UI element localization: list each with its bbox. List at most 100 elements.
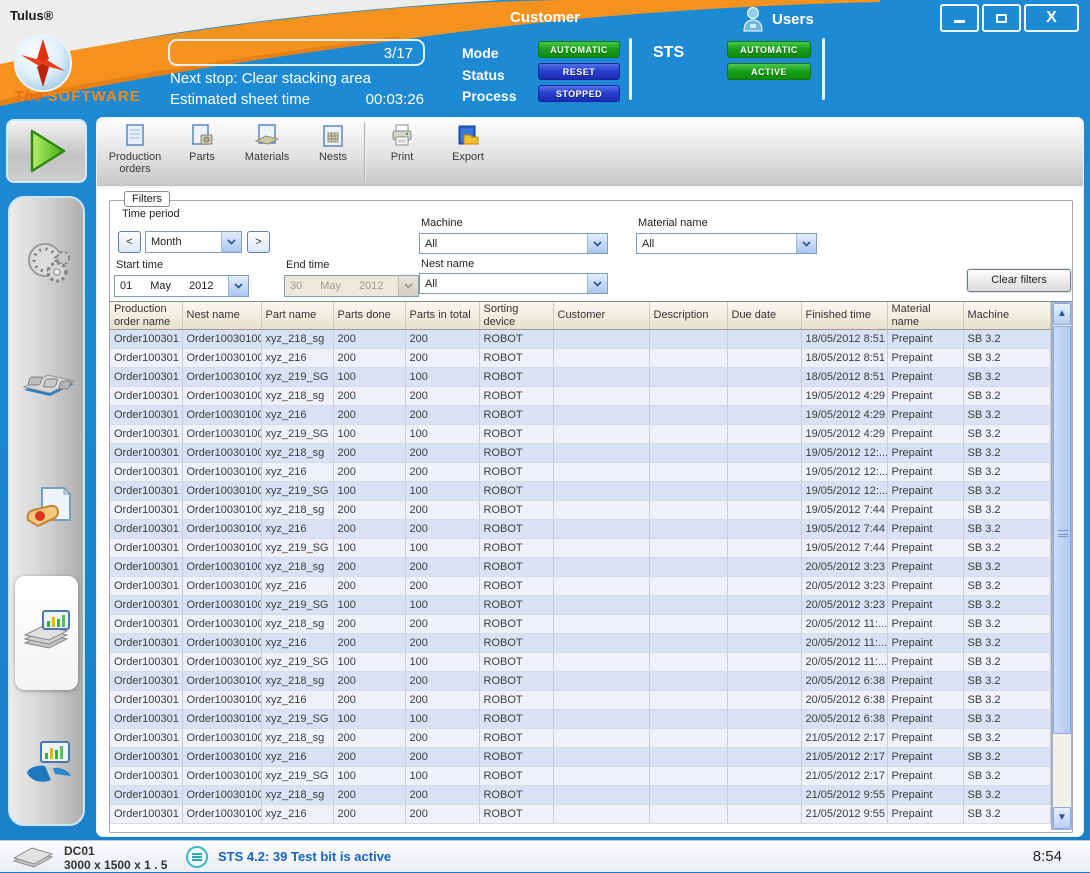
column-header[interactable]: Parts done xyxy=(333,302,405,330)
scroll-down-button[interactable]: ▼ xyxy=(1053,807,1071,829)
table-row[interactable]: Order100301Order100301001xyz_218_sg20020… xyxy=(110,444,1051,463)
table-cell xyxy=(727,501,801,520)
table-row[interactable]: Order100301Order100301001xyz_216200200RO… xyxy=(110,349,1051,368)
toolbar-parts-button[interactable]: Parts xyxy=(169,123,235,185)
table-row[interactable]: Order100301Order100301001xyz_216200200RO… xyxy=(110,691,1051,710)
minimize-button[interactable] xyxy=(940,4,979,32)
table-row[interactable]: Order100301Order100301001xyz_219_SG10010… xyxy=(110,653,1051,672)
scroll-up-button[interactable]: ▲ xyxy=(1053,303,1071,325)
table-cell: Order100301 xyxy=(110,330,182,349)
start-button[interactable] xyxy=(6,119,87,183)
table-row[interactable]: Order100301Order100301001xyz_216200200RO… xyxy=(110,748,1051,767)
table-cell: Order100301001 xyxy=(182,368,261,387)
column-header[interactable]: Machine xyxy=(963,302,1051,330)
table-row[interactable]: Order100301Order100301001xyz_216200200RO… xyxy=(110,406,1051,425)
time-period-select[interactable]: Month xyxy=(145,231,242,253)
machine-select[interactable]: All xyxy=(419,233,608,254)
table-row[interactable]: Order100301Order100301001xyz_219_SG10010… xyxy=(110,482,1051,501)
chevron-down-icon[interactable] xyxy=(228,276,248,296)
time-period-prev-button[interactable]: < xyxy=(118,231,141,253)
column-header[interactable]: Customer xyxy=(553,302,649,330)
column-header[interactable]: Finished time xyxy=(801,302,887,330)
table-cell xyxy=(649,805,727,824)
table-row[interactable]: Order100301Order100301001xyz_218_sg20020… xyxy=(110,501,1051,520)
table-row[interactable]: Order100301Order100301001xyz_218_sg20020… xyxy=(110,729,1051,748)
column-header[interactable]: Due date xyxy=(727,302,801,330)
toolbar-export-button[interactable]: Export xyxy=(435,123,501,185)
table-row[interactable]: Order100301Order100301001xyz_218_sg20020… xyxy=(110,672,1051,691)
table-cell: 21/05/2012 2:17 xyxy=(801,767,887,786)
pie-chart-icon xyxy=(21,736,77,792)
table-row[interactable]: Order100301Order100301001xyz_216200200RO… xyxy=(110,520,1051,539)
column-header[interactable]: Part name xyxy=(261,302,333,330)
column-header[interactable]: Nest name xyxy=(182,302,261,330)
maximize-button[interactable] xyxy=(982,4,1021,32)
column-header[interactable]: Material name xyxy=(887,302,963,330)
chevron-down-icon[interactable] xyxy=(587,234,607,253)
sidebar-item-statistics[interactable] xyxy=(10,736,87,792)
sidebar-item-manual-sorting[interactable] xyxy=(10,486,87,542)
table-cell: Order100301001 xyxy=(182,425,261,444)
table-cell xyxy=(553,330,649,349)
sidebar-item-tooling[interactable] xyxy=(10,366,87,402)
table-row[interactable]: Order100301Order100301001xyz_219_SG10010… xyxy=(110,539,1051,558)
start-time-select[interactable]: 01 May 2012 xyxy=(114,275,249,297)
table-row[interactable]: Order100301Order100301001xyz_219_SG10010… xyxy=(110,425,1051,444)
estimated-sheet-time-value: 00:03:26 xyxy=(352,91,424,108)
table-row[interactable]: Order100301Order100301001xyz_218_sg20020… xyxy=(110,615,1051,634)
nest-name-select[interactable]: All xyxy=(419,273,608,294)
table-row[interactable]: Order100301Order100301001xyz_219_SG10010… xyxy=(110,767,1051,786)
column-header[interactable]: Production order name xyxy=(110,302,182,330)
table-row[interactable]: Order100301Order100301001xyz_218_sg20020… xyxy=(110,330,1051,349)
start-day: 01 xyxy=(120,280,132,292)
table-row[interactable]: Order100301Order100301001xyz_216200200RO… xyxy=(110,634,1051,653)
table-row[interactable]: Order100301Order100301001xyz_219_SG10010… xyxy=(110,368,1051,387)
table-row[interactable]: Order100301Order100301001xyz_216200200RO… xyxy=(110,805,1051,824)
scrollbar-thumb[interactable] xyxy=(1053,326,1071,734)
time-period-next-button[interactable]: > xyxy=(247,231,270,253)
table-cell xyxy=(727,406,801,425)
table-cell xyxy=(553,463,649,482)
material-name-select[interactable]: All xyxy=(636,233,817,254)
column-header[interactable]: Parts in total xyxy=(405,302,479,330)
table-cell: Order100301001 xyxy=(182,539,261,558)
table-row[interactable]: Order100301Order100301001xyz_219_SG10010… xyxy=(110,596,1051,615)
sidebar-item-machine-settings[interactable] xyxy=(10,238,87,286)
sidebar-item-production-reports-selected[interactable] xyxy=(15,576,78,690)
table-row[interactable]: Order100301Order100301001xyz_218_sg20020… xyxy=(110,387,1051,406)
table-row[interactable]: Order100301Order100301001xyz_216200200RO… xyxy=(110,577,1051,596)
main-panel: Production orders Parts Materials xyxy=(96,117,1084,837)
table-cell: 200 xyxy=(405,387,479,406)
table-cell: Prepaint xyxy=(887,767,963,786)
toolbar-materials-button[interactable]: Materials xyxy=(234,123,300,185)
close-button[interactable]: X xyxy=(1024,4,1079,32)
toolbar-print-button[interactable]: Print xyxy=(369,123,435,185)
table-cell: Order100301 xyxy=(110,463,182,482)
table-row[interactable]: Order100301Order100301001xyz_218_sg20020… xyxy=(110,558,1051,577)
toolbar-label: Materials xyxy=(245,151,290,163)
table-cell: xyz_218_sg xyxy=(261,387,333,406)
chevron-down-icon[interactable] xyxy=(796,234,816,253)
table-cell xyxy=(553,767,649,786)
column-header[interactable]: Description xyxy=(649,302,727,330)
users-menu[interactable]: Users xyxy=(742,5,814,33)
vertical-scrollbar[interactable]: ▲ ▼ xyxy=(1052,302,1072,830)
table-row[interactable]: Order100301Order100301001xyz_219_SG10010… xyxy=(110,710,1051,729)
table-cell xyxy=(649,748,727,767)
table-cell: Prepaint xyxy=(887,330,963,349)
table-row[interactable]: Order100301Order100301001xyz_218_sg20020… xyxy=(110,786,1051,805)
start-month: May xyxy=(150,280,171,292)
table-cell: 200 xyxy=(333,501,405,520)
toolbar-production-orders-button[interactable]: Production orders xyxy=(102,123,168,185)
table-cell xyxy=(727,805,801,824)
table-row[interactable]: Order100301Order100301001xyz_216200200RO… xyxy=(110,463,1051,482)
sts-message-icon[interactable] xyxy=(186,846,208,868)
column-header[interactable]: Sorting device xyxy=(479,302,553,330)
chevron-down-icon[interactable] xyxy=(587,274,607,293)
chevron-down-icon[interactable] xyxy=(221,232,241,252)
table-cell: ROBOT xyxy=(479,463,553,482)
table-cell xyxy=(649,786,727,805)
table-cell: Order100301 xyxy=(110,387,182,406)
toolbar-nests-button[interactable]: Nests xyxy=(300,123,366,185)
clear-filters-button[interactable]: Clear filters xyxy=(967,269,1071,292)
